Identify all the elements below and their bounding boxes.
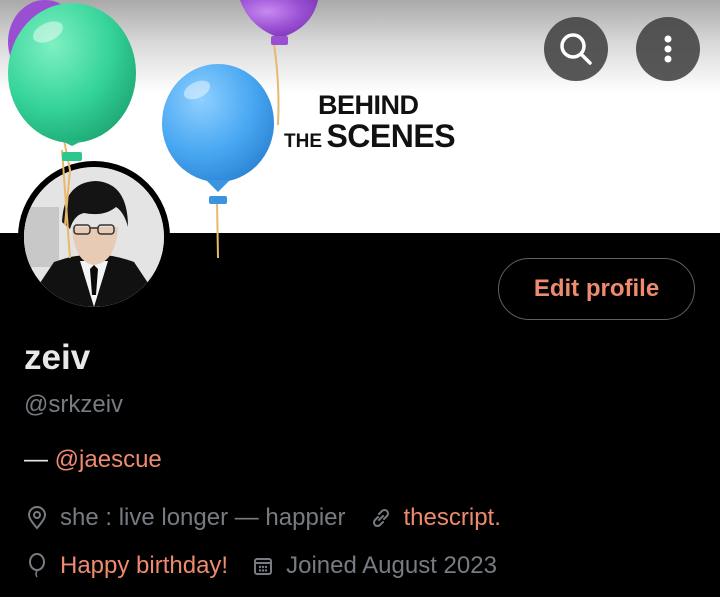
search-button[interactable] bbox=[544, 17, 608, 81]
more-vertical-icon bbox=[664, 35, 672, 63]
avatar-photo bbox=[24, 167, 164, 307]
location-pin-icon bbox=[24, 505, 50, 531]
website-link[interactable]: thescript. bbox=[404, 504, 501, 532]
profile-bio: — @jaescue bbox=[24, 446, 162, 474]
birthday-text: Happy birthday! bbox=[60, 552, 229, 579]
display-name: zeiv bbox=[24, 338, 91, 377]
balloon-icon bbox=[24, 553, 50, 579]
banner-word-the: THE bbox=[284, 131, 322, 152]
joined-date-text: Joined August 2023 bbox=[286, 552, 497, 579]
banner-word-scenes: SCENES bbox=[326, 118, 456, 154]
calendar-icon bbox=[250, 553, 276, 579]
banner-logo-text: BEHIND THE SCENES bbox=[284, 90, 456, 154]
bio-mention-link[interactable]: @jaescue bbox=[55, 446, 162, 473]
username-handle: @srkzeiv bbox=[24, 391, 124, 418]
edit-profile-button[interactable]: Edit profile bbox=[498, 258, 695, 320]
avatar[interactable] bbox=[18, 161, 170, 313]
profile-meta-row-1: she : live longer — happier thescript. bbox=[24, 504, 501, 532]
bio-prefix: — bbox=[24, 446, 55, 473]
link-icon bbox=[368, 505, 394, 531]
banner-line-behind: BEHIND bbox=[318, 90, 419, 120]
search-icon bbox=[560, 33, 592, 65]
location-text: she : live longer — happier bbox=[60, 504, 346, 531]
profile-meta-row-2: Happy birthday! Joined August 2023 bbox=[24, 552, 497, 580]
more-options-button[interactable] bbox=[636, 17, 700, 81]
